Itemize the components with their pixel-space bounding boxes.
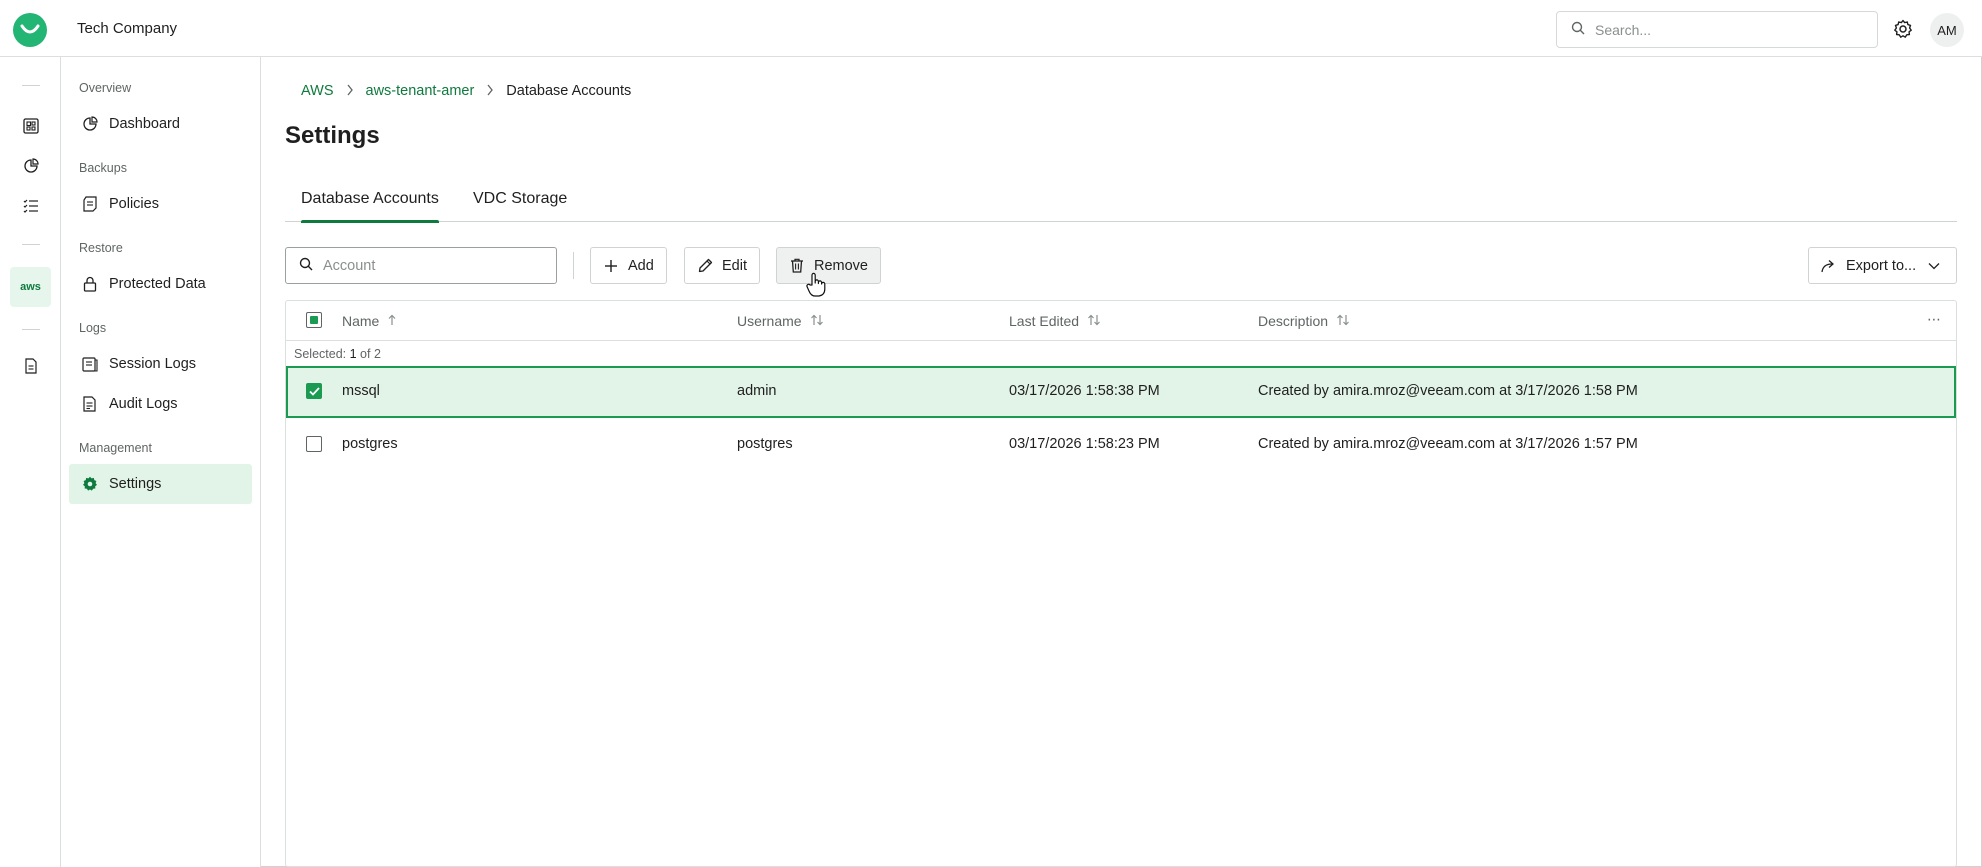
search-icon <box>299 257 313 275</box>
sidebar-item-label: Session Logs <box>109 356 197 372</box>
column-header-description[interactable]: Description <box>1258 313 1350 329</box>
hand-cursor-icon <box>805 272 827 298</box>
pie-chart-icon[interactable] <box>21 156 41 176</box>
sidebar-section-title: Overview <box>79 81 132 95</box>
global-search-input[interactable] <box>1595 21 1855 38</box>
table-header: Name Username Last Edited Description ⋯ <box>286 301 1956 341</box>
rail-divider <box>22 329 40 330</box>
sidebar-item-label: Policies <box>109 196 159 212</box>
sort-icon <box>810 314 824 329</box>
sidebar-item-audit-logs[interactable]: Audit Logs <box>69 384 252 424</box>
sidebar-section-title: Management <box>79 441 152 455</box>
sidebar-item-policies[interactable]: Policies <box>69 184 252 224</box>
export-button[interactable]: Export to... <box>1808 247 1957 284</box>
cell-last-edited: 03/17/2026 1:58:23 PM <box>1009 436 1160 452</box>
account-search[interactable] <box>285 247 557 284</box>
cell-last-edited: 03/17/2026 1:58:38 PM <box>1009 383 1160 399</box>
sidebar-item-settings[interactable]: Settings <box>69 464 252 504</box>
toolbar: Add Edit Remove Export to... <box>285 247 1957 285</box>
rail-divider <box>22 85 40 86</box>
sidebar-item-label: Protected Data <box>109 276 206 292</box>
account-search-input[interactable] <box>323 257 543 274</box>
sidebar-item-label: Audit Logs <box>109 396 178 412</box>
tab-vdc-storage[interactable]: VDC Storage <box>473 181 567 222</box>
row-checkbox[interactable] <box>306 383 322 399</box>
global-search[interactable] <box>1556 11 1878 48</box>
breadcrumb-current: Database Accounts <box>506 83 632 99</box>
cell-name: postgres <box>342 436 398 452</box>
company-name: Tech Company <box>77 20 178 37</box>
breadcrumb-link-aws[interactable]: AWS <box>301 83 334 99</box>
edit-button[interactable]: Edit <box>684 247 760 284</box>
page-title: Settings <box>285 122 380 149</box>
sort-icon <box>1336 314 1350 329</box>
column-header-last-edited[interactable]: Last Edited <box>1009 313 1101 329</box>
sidebar: Overview Dashboard Backups Policies Rest… <box>61 57 261 867</box>
sidebar-item-label: Dashboard <box>109 116 180 132</box>
more-options-icon[interactable]: ⋯ <box>1927 311 1942 328</box>
table-row[interactable]: postgres postgres 03/17/2026 1:58:23 PM … <box>286 419 1956 471</box>
breadcrumb: AWS aws-tenant-amer Database Accounts <box>301 83 631 99</box>
cell-name: mssql <box>342 383 380 399</box>
sort-ascending-icon <box>387 314 397 329</box>
accounts-table: Name Username Last Edited Description ⋯ … <box>285 300 1957 867</box>
chevron-right-icon <box>346 84 354 99</box>
sidebar-item-dashboard[interactable]: Dashboard <box>69 104 252 144</box>
gear-icon[interactable] <box>1892 18 1914 40</box>
cell-username: postgres <box>737 436 793 452</box>
top-bar: Tech Company AM <box>0 0 1982 57</box>
add-button[interactable]: Add <box>590 247 667 284</box>
share-arrow-icon <box>1821 258 1837 274</box>
cell-username: admin <box>737 383 777 399</box>
sidebar-section-title: Logs <box>79 321 107 335</box>
sort-icon <box>1087 314 1101 329</box>
remove-button[interactable]: Remove <box>776 247 881 284</box>
document-icon[interactable] <box>21 356 41 376</box>
sidebar-item-protected-data[interactable]: Protected Data <box>69 264 252 304</box>
tab-bar: Database Accounts VDC Storage <box>285 181 1957 223</box>
sidebar-section-title: Restore <box>79 241 123 255</box>
checklist-icon[interactable] <box>21 196 41 216</box>
audit-logs-icon <box>81 395 99 413</box>
column-header-name[interactable]: Name <box>342 313 397 329</box>
cell-description: Created by amira.mroz@veeam.com at 3/17/… <box>1258 383 1638 399</box>
session-logs-icon <box>81 355 99 373</box>
sidebar-item-session-logs[interactable]: Session Logs <box>69 344 252 384</box>
chevron-down-icon <box>1928 262 1940 270</box>
sidebar-section-title: Backups <box>79 161 127 175</box>
plus-icon <box>603 258 619 274</box>
search-icon <box>1571 21 1585 39</box>
rail-divider <box>22 244 40 245</box>
column-header-username[interactable]: Username <box>737 313 824 329</box>
select-all-checkbox[interactable] <box>306 312 322 328</box>
breadcrumb-link-tenant[interactable]: aws-tenant-amer <box>366 83 475 99</box>
chevron-right-icon <box>486 84 494 99</box>
table-row[interactable]: mssql admin 03/17/2026 1:58:38 PM Create… <box>286 366 1956 418</box>
policies-icon <box>81 195 99 213</box>
pencil-icon <box>697 258 713 274</box>
selection-summary: Selected: 1 of 2 <box>294 347 381 361</box>
aws-icon[interactable]: aws <box>10 267 51 307</box>
toolbar-divider <box>573 252 574 279</box>
user-avatar[interactable]: AM <box>1930 13 1964 47</box>
app-logo[interactable] <box>13 13 47 47</box>
check-icon <box>308 386 320 396</box>
cell-description: Created by amira.mroz@veeam.com at 3/17/… <box>1258 436 1638 452</box>
sidebar-item-label: Settings <box>109 476 162 492</box>
overview-grid-icon[interactable] <box>21 116 41 136</box>
row-checkbox[interactable] <box>306 436 322 452</box>
gear-icon <box>81 475 99 493</box>
dashboard-icon <box>81 115 99 133</box>
tab-database-accounts[interactable]: Database Accounts <box>301 181 439 223</box>
lock-icon <box>81 275 99 293</box>
icon-rail: aws <box>0 57 61 867</box>
trash-icon <box>789 258 805 274</box>
